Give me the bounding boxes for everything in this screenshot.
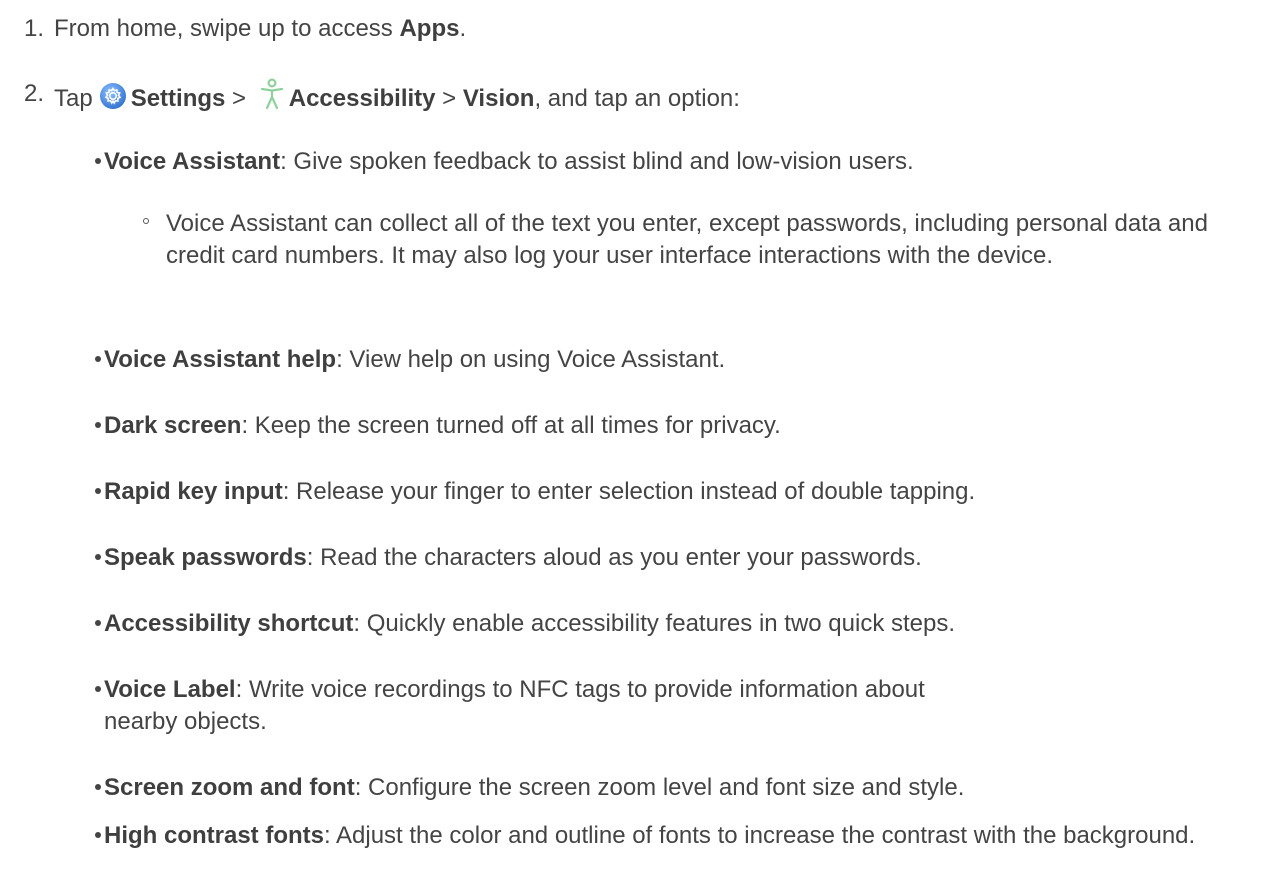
- option-desc: : Configure the screen zoom level and fo…: [354, 774, 965, 801]
- accessibility-person-icon: [259, 78, 285, 119]
- step-text-post: , and tap an option:: [534, 85, 740, 112]
- option-desc: : Adjust the color and outline of fonts …: [324, 822, 1196, 849]
- bullet-dot: [95, 784, 101, 790]
- step-text-pre: From home, swipe up to access: [54, 15, 400, 42]
- bullet-dot: [95, 686, 101, 692]
- option-term: High contrast fonts: [104, 822, 324, 849]
- separator: >: [225, 85, 253, 112]
- list-item-text: Dark screen: Keep the screen turned off …: [104, 410, 1244, 442]
- tap-word: Tap: [54, 85, 93, 112]
- settings-label: Settings: [130, 85, 226, 112]
- accessibility-label: Accessibility: [288, 85, 436, 112]
- option-desc: : Keep the screen turned off at all time…: [241, 412, 781, 439]
- option-term: Dark screen: [104, 412, 242, 439]
- sub-bullet-circle: [143, 218, 149, 224]
- option-term: Accessibility shortcut: [104, 610, 354, 637]
- step-1: 1. From home, swipe up to access Apps.: [0, 13, 466, 45]
- option-term: Screen zoom and font: [104, 774, 355, 801]
- step-text: From home, swipe up to access Apps.: [54, 13, 466, 45]
- bullet-dot: [95, 158, 101, 164]
- list-item-text: Screen zoom and font: Configure the scre…: [104, 772, 1244, 804]
- bullet-dot: [95, 488, 101, 494]
- option-term: Speak passwords: [104, 544, 307, 571]
- bullet-dot: [95, 832, 101, 838]
- bullet-dot: [95, 620, 101, 626]
- list-item-text: High contrast fonts: Adjust the color an…: [104, 820, 1224, 852]
- option-desc: : View help on using Voice Assistant.: [336, 346, 726, 373]
- bullet-dot: [95, 356, 101, 362]
- option-term: Voice Label: [104, 676, 236, 703]
- option-desc: : Read the characters aloud as you enter…: [306, 544, 922, 571]
- sub-note-text: Voice Assistant can collect all of the t…: [166, 210, 1208, 269]
- step-text-post: .: [459, 15, 467, 42]
- option-term: Voice Assistant: [104, 148, 281, 175]
- list-item-text: Accessibility shortcut: Quickly enable a…: [104, 608, 1244, 640]
- step-number: 1.: [23, 15, 44, 42]
- list-item-text: Voice Assistant: Give spoken feedback to…: [104, 146, 1244, 178]
- separator: >: [435, 85, 463, 112]
- step-text: Tap Settings > Accessibility > Vision, a…: [54, 78, 740, 119]
- bullet-dot: [95, 554, 101, 560]
- step-2: 2. Tap Settings > Accessibility > Vision…: [0, 78, 740, 112]
- option-term: Rapid key input: [104, 478, 283, 505]
- bullet-dot: [95, 422, 101, 428]
- vision-label: Vision: [462, 85, 535, 112]
- option-desc: : Quickly enable accessibility features …: [353, 610, 956, 637]
- step-number: 2.: [23, 80, 44, 107]
- settings-gear-icon: [99, 82, 127, 119]
- option-term: Voice Assistant help: [104, 346, 337, 373]
- list-item-text: Rapid key input: Release your finger to …: [104, 476, 1244, 508]
- list-item-text: Voice Label: Write voice recordings to N…: [104, 674, 1004, 738]
- apps-label: Apps: [399, 15, 460, 42]
- option-desc: : Give spoken feedback to assist blind a…: [280, 148, 914, 175]
- list-item-text: Voice Assistant help: View help on using…: [104, 344, 1244, 376]
- document-page: 1. From home, swipe up to access Apps. 2…: [0, 0, 1264, 884]
- option-desc: : Release your finger to enter selection…: [282, 478, 976, 505]
- list-item-text: Speak passwords: Read the characters alo…: [104, 542, 1244, 574]
